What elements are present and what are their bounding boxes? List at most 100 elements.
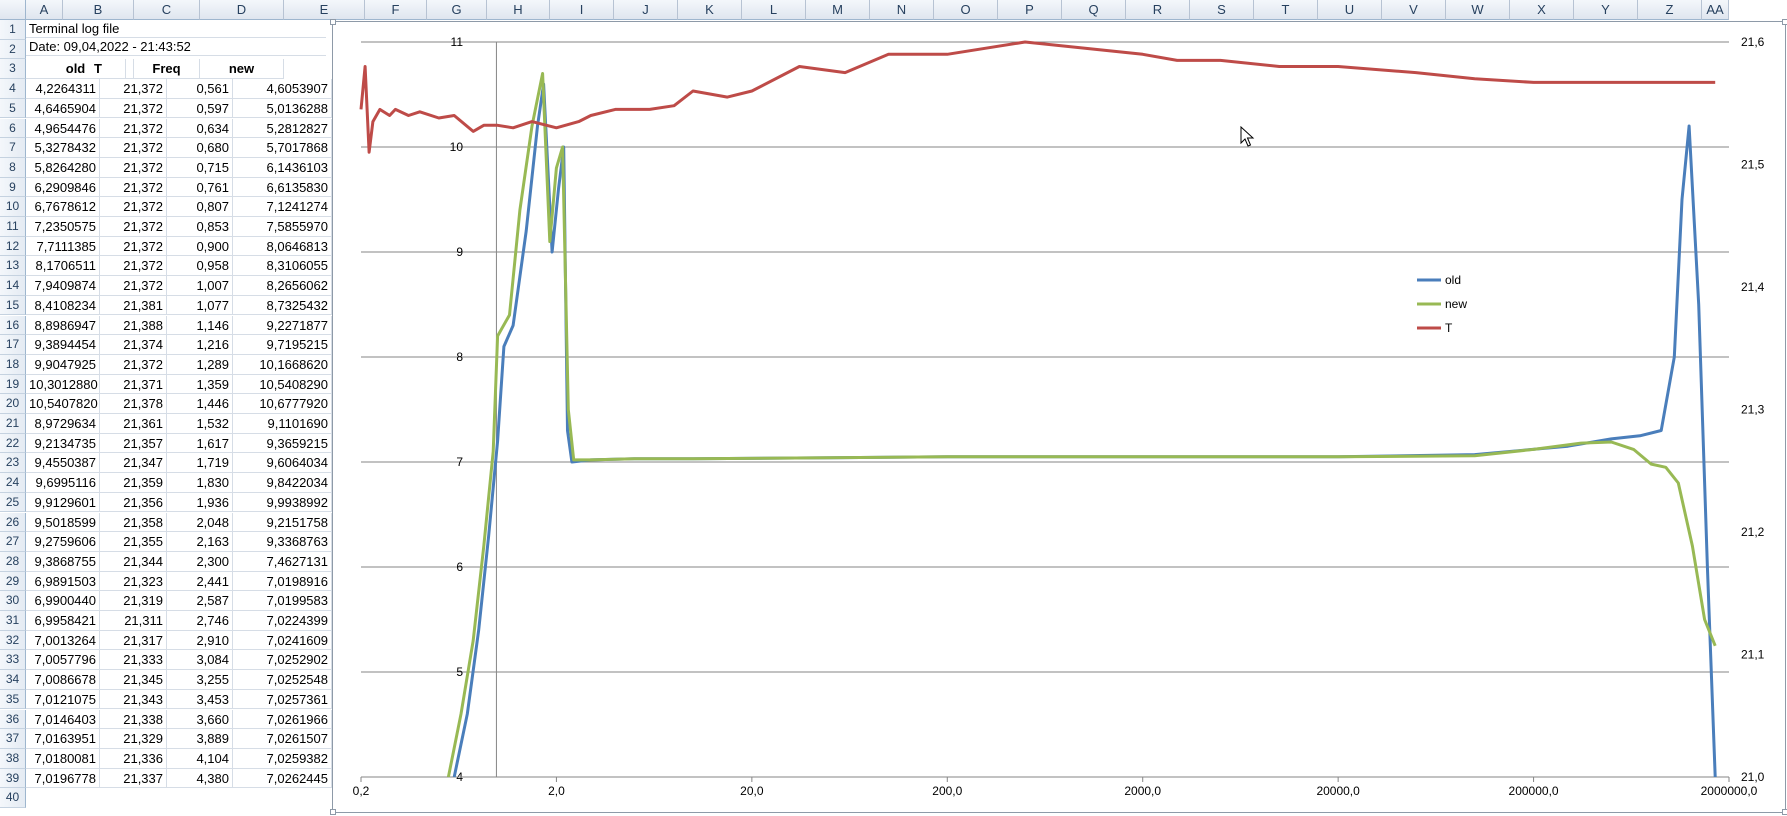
data-cell[interactable]: 21,357 (100, 433, 167, 454)
data-cell[interactable]: 21,372 (100, 98, 167, 119)
data-cell[interactable]: 9,2151758 (233, 512, 332, 533)
data-cell[interactable]: 8,8986947 (26, 315, 100, 336)
data-cell[interactable]: 21,378 (100, 394, 167, 414)
column-header-s[interactable]: S (1190, 0, 1254, 20)
data-cell[interactable]: 1,289 (167, 354, 233, 375)
data-cell[interactable]: 21,372 (100, 354, 167, 375)
data-cell[interactable]: 2,587 (167, 591, 233, 611)
data-cell[interactable]: 4,380 (167, 768, 233, 789)
data-cell[interactable]: 5,2812827 (233, 118, 332, 139)
series-line-t[interactable] (359, 40, 1716, 154)
series-line-new[interactable] (446, 72, 1717, 778)
row-header-28[interactable]: 28 (0, 551, 26, 572)
row-header-39[interactable]: 39 (0, 768, 26, 789)
data-cell[interactable]: 1,936 (167, 492, 233, 513)
data-cell[interactable]: 2,300 (167, 551, 233, 572)
column-header-b[interactable]: B (63, 0, 134, 20)
data-cell[interactable]: 2,048 (167, 512, 233, 533)
header-cell-new[interactable]: new (200, 59, 284, 80)
data-cell[interactable]: 7,7111385 (26, 236, 100, 257)
data-cell[interactable]: 1,532 (167, 414, 233, 434)
column-header-o[interactable]: O (934, 0, 998, 20)
data-cell[interactable]: 21,372 (100, 276, 167, 296)
row-header-1[interactable]: 1 (0, 20, 26, 40)
row-header-12[interactable]: 12 (0, 236, 26, 257)
data-cell[interactable]: 2,441 (167, 571, 233, 592)
column-header-r[interactable]: R (1126, 0, 1190, 20)
data-cell[interactable]: 7,1241274 (233, 197, 332, 217)
data-cell[interactable]: 21,361 (100, 414, 167, 434)
data-cell[interactable]: 10,5408290 (233, 374, 332, 395)
data-cell[interactable]: 4,9654476 (26, 118, 100, 139)
data-cell[interactable]: 21,356 (100, 492, 167, 513)
data-cell[interactable]: 7,0121075 (26, 689, 100, 710)
data-cell[interactable]: 21,388 (100, 315, 167, 336)
row-header-16[interactable]: 16 (0, 315, 26, 336)
data-cell[interactable]: 21,329 (100, 729, 167, 749)
data-cell[interactable]: 7,0257361 (233, 689, 332, 710)
data-cell[interactable]: 21,374 (100, 335, 167, 355)
data-cell[interactable]: 21,372 (100, 197, 167, 217)
data-cell[interactable]: 21,372 (100, 138, 167, 158)
data-cell[interactable]: 7,0086678 (26, 670, 100, 690)
column-header-j[interactable]: J (614, 0, 678, 20)
data-cell[interactable]: 7,0259382 (233, 748, 332, 769)
data-cell[interactable]: 6,7678612 (26, 197, 100, 217)
data-cell[interactable]: 9,6995116 (26, 473, 100, 493)
data-cell[interactable]: 21,347 (100, 453, 167, 474)
data-cell[interactable]: 21,372 (100, 236, 167, 257)
row-header-25[interactable]: 25 (0, 492, 26, 513)
chart-resize-handle[interactable] (1782, 809, 1787, 815)
row-header-31[interactable]: 31 (0, 611, 26, 631)
data-cell[interactable]: 9,3659215 (233, 433, 332, 454)
data-cell[interactable]: 9,2271877 (233, 315, 332, 336)
header-cell-t[interactable]: T (63, 59, 134, 80)
data-cell[interactable]: 9,3368763 (233, 532, 332, 552)
row-header-20[interactable]: 20 (0, 394, 26, 414)
data-cell[interactable]: 0,761 (167, 177, 233, 198)
column-header-p[interactable]: P (998, 0, 1062, 20)
data-cell[interactable]: 4,6053907 (233, 79, 332, 99)
data-cell[interactable]: 21,371 (100, 374, 167, 395)
row-header-24[interactable]: 24 (0, 473, 26, 493)
data-cell[interactable]: 3,084 (167, 650, 233, 671)
data-cell[interactable]: 21,317 (100, 630, 167, 651)
column-header-m[interactable]: M (806, 0, 870, 20)
data-cell[interactable]: 1,077 (167, 295, 233, 316)
column-header-a[interactable]: A (26, 0, 63, 20)
data-cell[interactable]: 6,2909846 (26, 177, 100, 198)
data-cell[interactable]: 8,2656062 (233, 276, 332, 296)
row-header-14[interactable]: 14 (0, 276, 26, 296)
column-header-i[interactable]: I (550, 0, 614, 20)
data-cell[interactable]: 7,0261507 (233, 729, 332, 749)
data-cell[interactable]: 1,146 (167, 315, 233, 336)
data-cell[interactable]: 2,910 (167, 630, 233, 651)
data-cell[interactable]: 21,345 (100, 670, 167, 690)
chart-resize-handle[interactable] (330, 809, 336, 815)
data-cell[interactable]: 9,3894454 (26, 335, 100, 355)
data-cell[interactable]: 4,2264311 (26, 79, 100, 99)
data-cell[interactable]: 21,372 (100, 217, 167, 237)
row-header-13[interactable]: 13 (0, 256, 26, 277)
data-cell[interactable]: 7,0199583 (233, 591, 332, 611)
column-header-x[interactable]: X (1510, 0, 1574, 20)
data-cell[interactable]: 7,0198916 (233, 571, 332, 592)
data-cell[interactable]: 1,830 (167, 473, 233, 493)
data-cell[interactable]: 1,617 (167, 433, 233, 454)
data-cell[interactable]: 5,0136288 (233, 98, 332, 119)
data-cell[interactable]: 7,0013264 (26, 630, 100, 651)
data-cell[interactable]: 8,1706511 (26, 256, 100, 277)
column-header-w[interactable]: W (1446, 0, 1510, 20)
row-header-2[interactable]: 2 (0, 39, 26, 60)
data-cell[interactable]: 7,0224399 (233, 611, 332, 631)
data-cell[interactable]: 21,344 (100, 551, 167, 572)
data-cell[interactable]: 7,0146403 (26, 709, 100, 730)
data-cell[interactable]: 7,0261966 (233, 709, 332, 730)
data-cell[interactable]: 0,597 (167, 98, 233, 119)
column-header-n[interactable]: N (870, 0, 934, 20)
row-header-9[interactable]: 9 (0, 177, 26, 198)
cell-a1[interactable]: Terminal log file (26, 20, 326, 38)
data-cell[interactable]: 3,255 (167, 670, 233, 690)
chart-resize-handle[interactable] (330, 19, 336, 25)
data-cell[interactable]: 7,0180081 (26, 748, 100, 769)
